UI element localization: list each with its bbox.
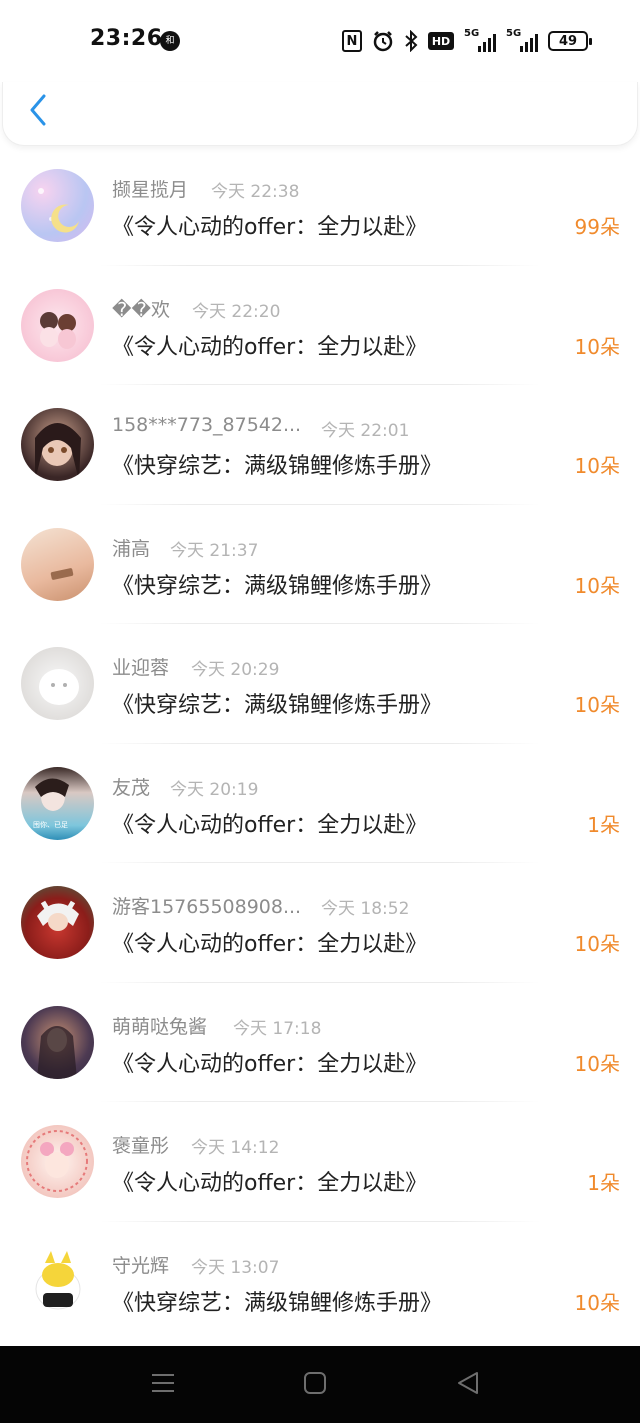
avatar[interactable] bbox=[21, 1005, 94, 1079]
book-title: 《令人心动的offer：全力以赴》 bbox=[112, 1051, 428, 1077]
book-title: 《快穿综艺：满级锦鲤修炼手册》 bbox=[112, 454, 443, 479]
gift-amount: 10朵 bbox=[574, 454, 620, 478]
nfc-icon: N bbox=[342, 30, 362, 52]
avatar[interactable] bbox=[21, 169, 94, 242]
book-title: 《快穿综艺：满级锦鲤修炼手册》 bbox=[112, 693, 443, 718]
avatar[interactable] bbox=[21, 886, 94, 959]
status-time: 23:26 bbox=[90, 26, 163, 51]
gift-row[interactable]: 业迎蓉 今天 20:29 《快穿综艺：满级锦鲤修炼手册》 10朵 bbox=[0, 624, 640, 744]
book-title: 《快穿综艺：满级锦鲤修炼手册》 bbox=[112, 573, 443, 599]
sender-name: 业迎蓉 bbox=[112, 657, 170, 679]
status-icons: N HD 5G 5G 49 bbox=[342, 28, 592, 54]
gift-time: 今天 20:19 bbox=[170, 779, 259, 800]
book-title: 《令人心动的offer：全力以赴》 bbox=[112, 812, 428, 838]
menu-button[interactable] bbox=[150, 1370, 180, 1398]
sender-name: 158***773_87542... bbox=[112, 414, 302, 436]
gift-row[interactable]: 守光辉 今天 13:07 《快穿综艺：满级锦鲤修炼手册》 10朵 bbox=[0, 1222, 640, 1342]
back-nav-button[interactable] bbox=[455, 1370, 485, 1398]
book-title: 《快穿综艺：满级锦鲤修炼手册》 bbox=[112, 1290, 443, 1316]
signal-5g-icon-2: 5G bbox=[506, 28, 538, 52]
avatar[interactable] bbox=[21, 1125, 94, 1198]
gift-list[interactable]: 撷星揽月 今天 22:38 《令人心动的offer：全力以赴》 99朵 ��欢 … bbox=[0, 146, 640, 1346]
gift-time: 今天 17:18 bbox=[233, 1018, 322, 1039]
signal2-label: 5G bbox=[506, 28, 522, 39]
gift-time: 今天 14:12 bbox=[191, 1138, 280, 1158]
gift-amount: 1朵 bbox=[587, 1171, 620, 1195]
book-title: 《令人心动的offer：全力以赴》 bbox=[112, 932, 428, 957]
gift-amount: 1朵 bbox=[587, 812, 620, 837]
gift-row[interactable]: 褒童彤 今天 14:12 《令人心动的offer：全力以赴》 1朵 bbox=[0, 1102, 640, 1222]
gift-amount: 10朵 bbox=[574, 573, 620, 598]
sender-name: 褒童彤 bbox=[112, 1135, 170, 1157]
sender-name: ��欢 bbox=[112, 298, 170, 321]
signal1-label: 5G bbox=[464, 28, 480, 39]
system-nav-bar bbox=[0, 1346, 640, 1423]
avatar-caption: 囤你、已足 bbox=[33, 820, 68, 829]
avatar[interactable] bbox=[21, 1244, 94, 1318]
gift-time: 今天 18:52 bbox=[321, 899, 410, 919]
header-bar bbox=[2, 82, 638, 146]
sender-name: 友茂 bbox=[112, 776, 151, 799]
gift-amount: 10朵 bbox=[574, 932, 620, 956]
chevron-left-icon bbox=[30, 94, 46, 126]
gift-amount: 10朵 bbox=[574, 693, 620, 717]
hd-icon: HD bbox=[428, 32, 454, 50]
gift-row[interactable]: 158***773_87542... 今天 22:01 《快穿综艺：满级锦鲤修炼… bbox=[0, 385, 640, 505]
menu-icon bbox=[152, 1374, 174, 1392]
sender-name: 浦高 bbox=[112, 537, 151, 560]
avatar[interactable] bbox=[21, 527, 94, 601]
status-bar: 23:26 和 N HD 5G 5G 49 bbox=[0, 0, 640, 82]
gift-time: 今天 20:29 bbox=[191, 660, 280, 680]
gift-amount: 10朵 bbox=[574, 334, 620, 359]
battery-icon: 49 bbox=[548, 31, 592, 51]
avatar[interactable] bbox=[21, 408, 94, 481]
avatar[interactable]: 囤你、已足 bbox=[21, 766, 94, 840]
gift-row[interactable]: 游客15765508908... 今天 18:52 《令人心动的offer：全力… bbox=[0, 863, 640, 983]
notification-badge-icon: 和 bbox=[160, 31, 180, 51]
sender-name: 守光辉 bbox=[112, 1254, 170, 1277]
screen: 23:26 和 N HD 5G 5G 49 撷星揽月 今天 22:38 《令人心… bbox=[0, 0, 640, 1423]
book-title: 《令人心动的offer：全力以赴》 bbox=[112, 215, 428, 240]
sender-name: 撷星揽月 bbox=[112, 179, 189, 201]
gift-amount: 99朵 bbox=[574, 215, 620, 239]
back-button[interactable] bbox=[23, 92, 53, 128]
avatar[interactable] bbox=[21, 288, 94, 362]
home-square-icon bbox=[304, 1372, 326, 1394]
sender-name: 萌萌哒兔酱 bbox=[112, 1015, 208, 1038]
gift-row[interactable]: ��欢 今天 22:20 《令人心动的offer：全力以赴》 10朵 bbox=[0, 266, 640, 385]
gift-amount: 10朵 bbox=[574, 1290, 620, 1315]
gift-row[interactable]: 萌萌哒兔酱 今天 17:18 《令人心动的offer：全力以赴》 10朵 bbox=[0, 983, 640, 1102]
back-triangle-icon bbox=[458, 1372, 478, 1394]
gift-row[interactable]: 浦高 今天 21:37 《快穿综艺：满级锦鲤修炼手册》 10朵 bbox=[0, 505, 640, 624]
sender-name: 游客15765508908... bbox=[112, 896, 302, 918]
gift-row[interactable]: 撷星揽月 今天 22:38 《令人心动的offer：全力以赴》 99朵 bbox=[0, 146, 640, 266]
alarm-icon bbox=[372, 30, 394, 52]
gift-amount: 10朵 bbox=[574, 1051, 620, 1076]
book-title: 《令人心动的offer：全力以赴》 bbox=[112, 334, 428, 360]
home-button[interactable] bbox=[302, 1370, 332, 1398]
gift-time: 今天 22:01 bbox=[321, 421, 410, 441]
gift-time: 今天 22:20 bbox=[192, 301, 281, 322]
gift-row[interactable]: 囤你、已足 友茂 今天 20:19 《令人心动的offer：全力以赴》 1朵 bbox=[0, 744, 640, 863]
gift-time: 今天 22:38 bbox=[211, 182, 300, 202]
bluetooth-icon bbox=[404, 30, 418, 52]
book-title: 《令人心动的offer：全力以赴》 bbox=[112, 1171, 428, 1196]
gift-time: 今天 21:37 bbox=[170, 540, 259, 561]
avatar[interactable] bbox=[21, 647, 94, 720]
signal-5g-icon-1: 5G bbox=[464, 28, 496, 52]
gift-time: 今天 13:07 bbox=[191, 1257, 280, 1278]
